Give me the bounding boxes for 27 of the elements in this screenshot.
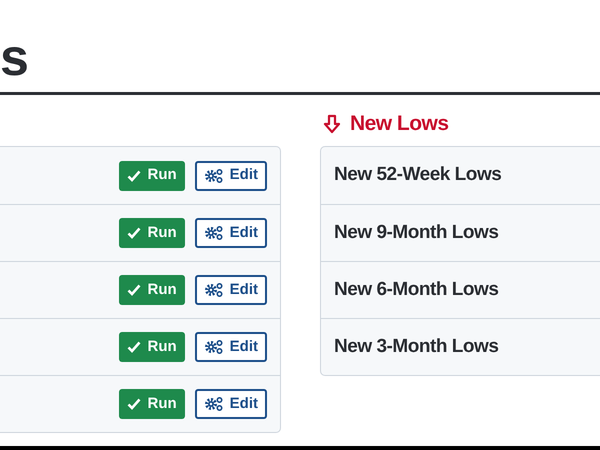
page-heading: s [0, 36, 29, 80]
screen-link[interactable]: New 9-Month Lows [334, 218, 498, 248]
gears-icon [204, 339, 224, 355]
check-icon [127, 170, 142, 182]
run-button[interactable]: Run [119, 218, 185, 248]
check-icon [127, 341, 142, 353]
edit-button[interactable]: Edit [194, 389, 267, 419]
screen-link[interactable]: New 6-Month Lows [334, 276, 498, 304]
run-button[interactable]: Run [119, 389, 185, 419]
edit-button[interactable]: Edit [194, 332, 267, 362]
check-icon [127, 398, 142, 410]
gears-icon [204, 282, 224, 298]
screen-link[interactable]: New 52-Week Lows [334, 161, 502, 190]
run-button[interactable]: Run [119, 275, 185, 305]
gears-icon [204, 225, 224, 241]
edit-button[interactable]: Edit [194, 275, 267, 305]
gears-icon [204, 396, 224, 412]
arrow-down-icon [322, 114, 342, 134]
check-icon [127, 227, 142, 239]
edit-button[interactable]: Edit [194, 160, 267, 190]
edit-button[interactable]: Edit [194, 218, 267, 248]
section-title: New Lows [350, 111, 448, 138]
run-button[interactable]: Run [119, 160, 185, 190]
run-button[interactable]: Run [119, 332, 185, 362]
gears-icon [204, 168, 224, 184]
check-icon [127, 284, 142, 296]
screen-link[interactable]: New 3-Month Lows [334, 332, 498, 362]
